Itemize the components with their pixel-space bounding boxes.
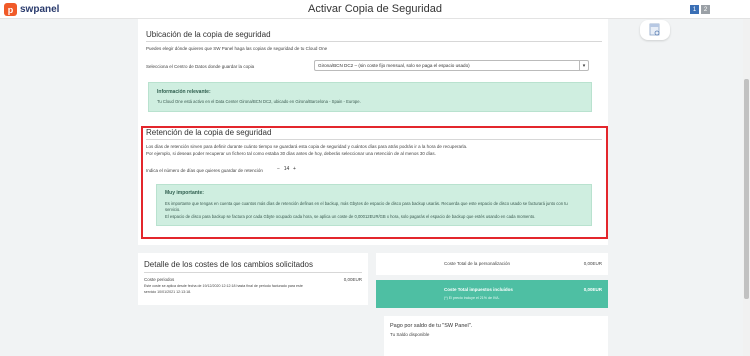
info-alert-title: Información relevante: (157, 89, 211, 95)
highlight-box (141, 126, 608, 239)
impuestos-label: Coste Total impuestos incluidos (444, 287, 513, 292)
scroll-thumb[interactable] (744, 79, 749, 299)
info-alert-text: Tu Cloud One está activo en el Data Cent… (157, 99, 361, 104)
ubicacion-intro: Puedes elegir dónde quieres que SW Panel… (146, 46, 328, 51)
periodos-note-1: Este coste se aplica desde fecha de 19/1… (144, 284, 303, 288)
periodos-label: Coste periodos (144, 277, 175, 282)
pago-title: Pago por saldo de tu "SW Panel". (390, 323, 473, 329)
costs-card: Detalle de los costes de los cambios sol… (138, 253, 368, 305)
scrollbar[interactable] (743, 19, 750, 356)
top-bar: p swpanel Activar Copia de Seguridad 1 2 (0, 0, 750, 19)
personalizacion-label: Coste Total de la personalización (444, 261, 510, 266)
personalizacion-card: Coste Total de la personalización 0,00EU… (376, 253, 608, 275)
pago-card: Pago por saldo de tu "SW Panel". Tu Sald… (384, 316, 608, 356)
step-2[interactable]: 2 (701, 5, 710, 14)
divider (146, 41, 602, 42)
costs-title: Detalle de los costes de los cambios sol… (144, 260, 313, 269)
impuestos-value: 0,00EUR (583, 287, 602, 292)
page-title: Activar Copia de Seguridad (308, 3, 442, 15)
periodos-value: 0,00EUR (343, 277, 362, 282)
datacenter-select[interactable]: Girona/BCN DC2 – (sin coste fijo mensual… (314, 60, 589, 71)
datacenter-select-label: Selecciona el Centro de Datos donde guar… (146, 64, 255, 69)
impuestos-note: (*) El precio incluye el 21% de IVA. (444, 296, 500, 300)
chevron-down-icon: ▾ (579, 60, 588, 71)
side-widget[interactable] (640, 20, 670, 40)
ubicacion-title: Ubicación de la copia de seguridad (146, 30, 271, 39)
datacenter-select-value: Girona/BCN DC2 – (sin coste fijo mensual… (318, 63, 470, 68)
periodos-note-2: servicio 10/01/2021 12:13:18. (144, 290, 192, 294)
divider (144, 272, 362, 273)
pago-subtitle: Tu Saldo disponible (390, 332, 430, 337)
step-indicator: 1 2 (690, 5, 710, 14)
impuestos-card: Coste Total impuestos incluidos 0,00EUR … (376, 280, 608, 308)
step-1[interactable]: 1 (690, 5, 699, 14)
info-alert: Información relevante: Tu Cloud One está… (148, 82, 592, 112)
personalizacion-value: 0,00EUR (583, 261, 602, 266)
document-search-icon (649, 23, 660, 36)
